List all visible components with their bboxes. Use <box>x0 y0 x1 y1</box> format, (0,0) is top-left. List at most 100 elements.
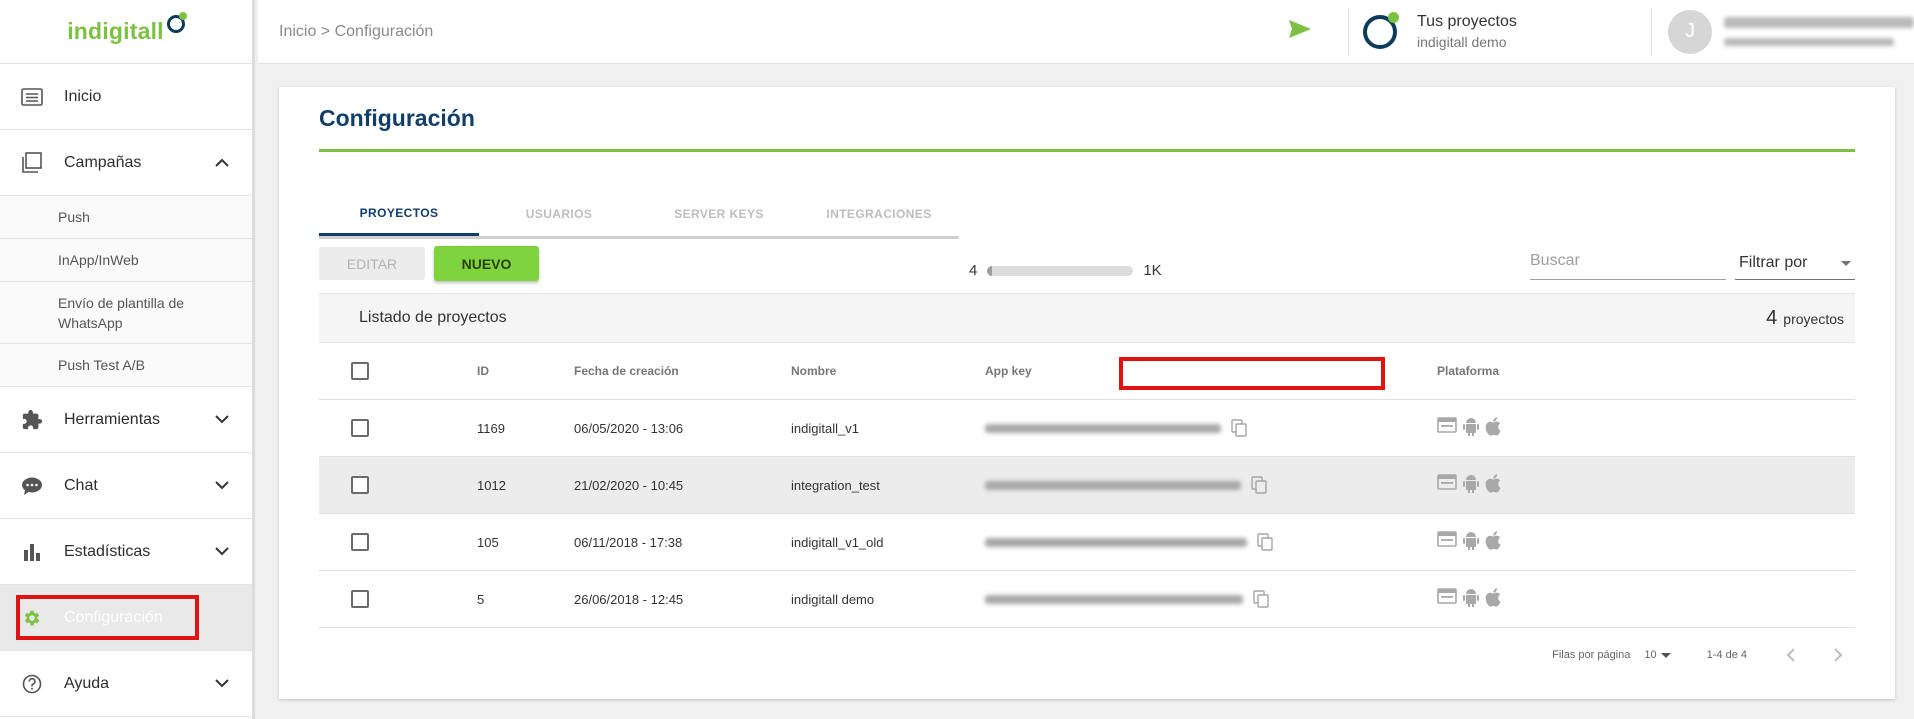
rows-per-page-label: Filas por página <box>1552 649 1631 661</box>
table-row[interactable]: 1169 06/05/2020 - 13:06 indigitall_v1 <box>319 400 1855 457</box>
copy-icon[interactable] <box>1251 476 1267 494</box>
tab-integraciones[interactable]: INTEGRACIONES <box>799 192 959 236</box>
sidebar-subitem-inapp[interactable]: InApp/InWeb <box>0 239 252 282</box>
sidebar-subitem-label: Envío de plantilla de WhatsApp <box>58 294 185 331</box>
search-input[interactable] <box>1530 247 1726 280</box>
row-id: 5 <box>477 591 485 607</box>
sidebar-subitem-push[interactable]: Push <box>0 196 252 239</box>
prev-page-button[interactable] <box>1773 643 1807 667</box>
project-count: 4 proyectos <box>1766 307 1844 330</box>
app-key-redacted <box>985 423 1221 433</box>
table-row[interactable]: 105 06/11/2018 - 17:38 indigitall_v1_old <box>319 514 1855 571</box>
chevron-up-icon <box>212 153 232 173</box>
list-header: Listado de proyectos 4 proyectos <box>319 293 1855 343</box>
highlight-box-configuracion <box>16 595 199 640</box>
project-count-number: 4 <box>1766 306 1778 329</box>
page-range: 1-4 de 4 <box>1706 649 1747 661</box>
tab-server-keys[interactable]: SERVER KEYS <box>639 192 799 236</box>
logo-text: indigitall <box>67 18 164 44</box>
filter-select[interactable]: Filtrar por <box>1735 247 1855 280</box>
table-row[interactable]: 5 26/06/2018 - 12:45 indigitall demo <box>319 571 1855 628</box>
sidebar-item-label: Estadísticas <box>64 542 151 560</box>
tab-usuarios[interactable]: USUARIOS <box>479 192 639 236</box>
select-all-checkbox[interactable] <box>351 362 369 380</box>
copy-icon[interactable] <box>1253 590 1269 608</box>
row-checkbox[interactable] <box>351 419 369 437</box>
sidebar-item-campanas[interactable]: Campañas <box>0 130 252 196</box>
tab-proyectos[interactable]: PROYECTOS <box>319 192 479 236</box>
user-info-redacted <box>1724 17 1914 46</box>
bar-chart-icon <box>20 540 44 564</box>
sidebar-subitem-whatsapp-template[interactable]: Envío de plantilla de WhatsApp <box>0 282 252 344</box>
sidebar-item-label: Herramientas <box>64 410 161 428</box>
sidebar-item-label: Ayuda <box>64 674 110 692</box>
chevron-down-icon <box>212 674 232 694</box>
chevron-right-icon <box>1833 648 1842 662</box>
platform-icons <box>1437 473 1501 497</box>
rows-per-page-value: 10 <box>1644 649 1657 661</box>
project-switcher[interactable]: Tus proyectos indigitall demo <box>1349 11 1651 50</box>
web-browser-icon <box>1437 530 1457 554</box>
send-button[interactable] <box>1280 12 1320 52</box>
chevron-left-icon <box>1786 648 1795 662</box>
project-count-label: proyectos <box>1783 310 1844 327</box>
logo[interactable]: indigitall <box>0 0 252 64</box>
project-switcher-title: Tus proyectos <box>1417 13 1517 30</box>
row-checkbox[interactable] <box>351 476 369 494</box>
tabs: PROYECTOS USUARIOS SERVER KEYS INTEGRACI… <box>319 192 959 239</box>
project-switcher-subtitle: indigitall demo <box>1417 34 1507 50</box>
column-header-app-key[interactable]: App key <box>985 343 1032 399</box>
row-checkbox[interactable] <box>351 533 369 551</box>
new-button[interactable]: NUEVO <box>434 246 539 281</box>
table-row[interactable]: 1012 21/02/2020 - 10:45 integration_test <box>319 457 1855 514</box>
sidebar-item-estadisticas[interactable]: Estadísticas <box>0 519 252 585</box>
user-menu[interactable]: J <box>1652 9 1914 54</box>
help-icon <box>20 672 44 696</box>
copy-icon[interactable] <box>1231 419 1247 437</box>
filter-label: Filtrar por <box>1739 254 1808 271</box>
column-header-id[interactable]: ID <box>477 343 489 399</box>
android-icon <box>1462 531 1480 554</box>
android-icon <box>1462 588 1480 611</box>
platform-icons <box>1437 416 1501 440</box>
logo-mark-icon <box>166 11 187 33</box>
row-id: 105 <box>477 534 499 550</box>
apple-icon <box>1485 587 1501 611</box>
column-header-name[interactable]: Nombre <box>791 343 836 399</box>
copy-icon[interactable] <box>1257 533 1273 551</box>
project-logo-icon <box>1363 11 1399 49</box>
row-name: indigitall_v1_old <box>791 534 884 550</box>
app-key-redacted <box>985 480 1241 490</box>
app-key-redacted <box>985 594 1243 604</box>
sidebar-item-herramientas[interactable]: Herramientas <box>0 387 252 453</box>
row-name: indigitall demo <box>791 591 875 607</box>
column-header-platform[interactable]: Plataforma <box>1437 343 1499 399</box>
rows-per-page-select[interactable]: 10 <box>1644 649 1671 661</box>
sidebar-subitem-push-ab-test[interactable]: Push Test A/B <box>0 344 252 387</box>
chevron-down-icon <box>212 410 232 430</box>
sidebar-item-inicio[interactable]: Inicio <box>0 64 252 130</box>
chevron-down-icon <box>212 476 232 496</box>
column-header-date[interactable]: Fecha de creación <box>574 343 679 399</box>
chevron-down-icon <box>212 542 232 562</box>
app-key-redacted <box>985 537 1247 547</box>
row-date: 21/02/2020 - 10:45 <box>574 477 684 493</box>
puzzle-icon <box>20 408 44 432</box>
list-title: Listado de proyectos <box>359 309 507 326</box>
apple-icon <box>1485 530 1501 554</box>
next-page-button[interactable] <box>1821 643 1855 667</box>
row-name: indigitall_v1 <box>791 420 859 436</box>
sidebar-item-label: Campañas <box>64 153 142 171</box>
sidebar-item-chat[interactable]: Chat <box>0 453 252 519</box>
edit-button[interactable]: EDITAR <box>319 247 425 280</box>
row-checkbox[interactable] <box>351 590 369 608</box>
sidebar-item-ayuda[interactable]: Ayuda <box>0 651 252 717</box>
title-divider <box>319 149 1855 152</box>
highlight-box-app-key <box>1119 357 1385 390</box>
send-icon <box>1288 19 1312 44</box>
row-id: 1012 <box>477 477 506 493</box>
sidebar-item-label: Inicio <box>64 87 102 105</box>
web-browser-icon <box>1437 416 1457 440</box>
row-id: 1169 <box>477 420 505 436</box>
avatar: J <box>1668 9 1712 54</box>
